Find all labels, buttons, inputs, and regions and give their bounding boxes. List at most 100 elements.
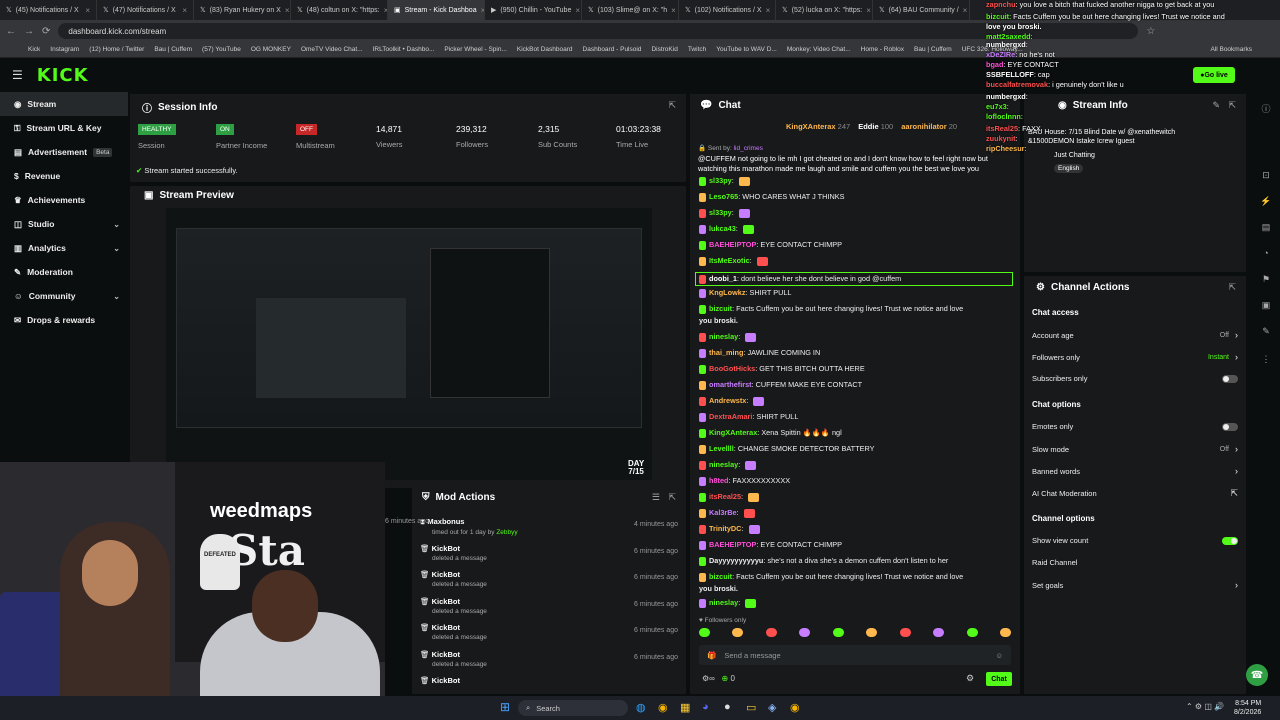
steam-icon[interactable]: ◈: [768, 701, 776, 714]
mod-user[interactable]: KickBot: [432, 544, 460, 553]
browser-tab[interactable]: 𝕏 (48) coltun on X: "https: ×: [291, 0, 388, 20]
close-icon[interactable]: ×: [85, 6, 90, 15]
emote-icon[interactable]: [832, 628, 844, 637]
filter-icon[interactable]: ☰: [652, 492, 660, 503]
channel-option-followers-only[interactable]: Followers only Instant ›: [1032, 352, 1238, 362]
mod-user[interactable]: KickBot: [432, 570, 460, 579]
rail-icon-8[interactable]: ⋮: [1260, 354, 1272, 366]
chat-username[interactable]: lukca43: [709, 224, 736, 233]
channel-option-ai-chat-moderation[interactable]: AI Chat Moderation ⇱: [1032, 488, 1238, 499]
emote-icon[interactable]: [899, 628, 911, 637]
close-icon[interactable]: ×: [766, 6, 771, 15]
rail-icon-4[interactable]: ◔: [1260, 248, 1272, 260]
chat-username[interactable]: thai_ming: [709, 348, 743, 357]
popout-icon[interactable]: ⇱: [1228, 282, 1236, 293]
rail-icon-3[interactable]: ▤: [1260, 222, 1272, 234]
chat-username[interactable]: KingXAnterax: [709, 428, 757, 437]
close-icon[interactable]: ×: [866, 6, 871, 15]
bookmark-item[interactable]: IRLToolkit • Dashbo...: [373, 46, 435, 53]
sidebar-item-moderation[interactable]: ✎ Moderation: [0, 260, 128, 284]
edge-icon[interactable]: ◍: [636, 701, 646, 714]
chat-username[interactable]: nineslay: [709, 460, 738, 469]
bookmark-item[interactable]: Bau | Cuffem: [154, 46, 192, 53]
emote-icon[interactable]: [933, 628, 945, 637]
rail-icon-1[interactable]: ⊡: [1260, 170, 1272, 182]
channel-option-subscribers-only[interactable]: Subscribers only: [1032, 374, 1238, 383]
folder-icon[interactable]: ▭: [746, 701, 756, 714]
chevron-down-icon[interactable]: ⌄: [113, 244, 120, 253]
emote-icon[interactable]: [866, 628, 878, 637]
chat-username[interactable]: you broski.: [699, 316, 738, 325]
chat-username[interactable]: Kal3rBe: [709, 508, 737, 517]
windows-start-icon[interactable]: ⊞: [500, 700, 510, 714]
bookmark-item[interactable]: Instagram: [50, 46, 79, 53]
channel-option-show-view-count[interactable]: Show view count: [1032, 536, 1238, 545]
browser-tab[interactable]: 𝕏 (52) lucka on X: "https: ×: [776, 0, 873, 20]
chat-username[interactable]: TrinityDC: [709, 524, 741, 533]
chat-username[interactable]: sl33py: [709, 208, 732, 217]
toggle-switch[interactable]: [1222, 374, 1238, 383]
back-icon[interactable]: ←: [6, 26, 16, 37]
address-bar[interactable]: dashboard.kick.com/stream: [58, 23, 1139, 39]
mod-user[interactable]: KickBot: [432, 676, 460, 685]
chat-username[interactable]: nineslay: [709, 598, 738, 607]
top-gifter[interactable]: KingXAnterax 247: [786, 122, 850, 131]
chat-username[interactable]: Andrewstx: [709, 396, 746, 405]
emote-icon[interactable]: [799, 628, 811, 637]
browser-tab[interactable]: 𝕏 (103) Slime@ on X: "h ×: [582, 0, 679, 20]
toggle-switch[interactable]: [1222, 422, 1238, 431]
browser-tab[interactable]: 𝕏 (47) Notifications / X ×: [97, 0, 194, 20]
bookmark-item[interactable]: Picker Wheel - Spin...: [444, 46, 507, 53]
sidebar-item-stream[interactable]: ◉ Stream: [0, 92, 128, 116]
bookmark-item[interactable]: OG MONKEY: [251, 46, 291, 53]
bookmark-item[interactable]: Kick: [28, 46, 40, 53]
chat-username[interactable]: nineslay: [709, 332, 738, 341]
close-icon[interactable]: ×: [182, 6, 187, 15]
chat-username[interactable]: ItsMeExotic: [709, 256, 750, 265]
chat-username[interactable]: doobi_1: [709, 274, 737, 283]
mod-by-user[interactable]: Zebbyy: [495, 529, 517, 536]
chat-username[interactable]: h8ted: [709, 476, 728, 485]
browser-tab[interactable]: ▶ (950) Chillin - YouTube ×: [485, 0, 582, 20]
mod-user[interactable]: KickBot: [432, 597, 460, 606]
bookmark-item[interactable]: Twitch: [688, 46, 706, 53]
close-icon[interactable]: ×: [963, 6, 968, 15]
rail-icon-7[interactable]: ✎: [1260, 326, 1272, 338]
chat-username[interactable]: sl33py: [709, 176, 732, 185]
reload-icon[interactable]: ⟳: [42, 26, 50, 37]
chat-settings-icon[interactable]: ⚙: [966, 673, 974, 684]
channel-option-slow-mode[interactable]: Slow mode Off ›: [1032, 444, 1238, 454]
forward-icon[interactable]: →: [24, 26, 34, 37]
bookmark-item[interactable]: (57) YouTube: [202, 46, 241, 53]
channel-option-set-goals[interactable]: Set goals ›: [1032, 580, 1238, 590]
bookmark-item[interactable]: Bau | Cuffem: [914, 46, 952, 53]
emote-icon[interactable]: [732, 628, 744, 637]
emote-icon[interactable]: [765, 628, 777, 637]
discord-icon[interactable]: ◕: [702, 701, 709, 713]
close-icon[interactable]: ×: [575, 6, 580, 15]
clock[interactable]: 8:54 PM 8/2/2026: [1234, 699, 1261, 717]
bookmark-item[interactable]: Home - Roblox: [861, 46, 904, 53]
channel-option-account-age[interactable]: Account age Off ›: [1032, 330, 1238, 340]
chat-username[interactable]: BAEHEIPTOP: [709, 240, 756, 249]
channel-option-emotes-only[interactable]: Emotes only: [1032, 422, 1238, 431]
bookmark-item[interactable]: Dashboard - Pulsoid: [583, 46, 642, 53]
rail-icon-6[interactable]: ▣: [1260, 300, 1272, 312]
chat-username[interactable]: Levellll: [709, 444, 734, 453]
chat-username[interactable]: Leso765: [709, 192, 738, 201]
sidebar-item-advertisement[interactable]: ▤ Advertisement Beta: [0, 140, 128, 164]
bookmark-item[interactable]: Monkey: Video Chat...: [787, 46, 851, 53]
mod-user[interactable]: KickBot: [432, 650, 460, 659]
chat-username[interactable]: itsReal25: [709, 492, 741, 501]
sidebar-item-achievements[interactable]: ♛ Achievements: [0, 188, 128, 212]
browser-tab[interactable]: 𝕏 (64) BAU Community / ×: [873, 0, 970, 20]
emote-icon[interactable]: [999, 628, 1011, 637]
browser-tab[interactable]: 𝕏 (45) Notifications / X ×: [0, 0, 97, 20]
sidebar-item-drops-rewards[interactable]: ✉ Drops & rewards: [0, 308, 128, 332]
rail-icon-0[interactable]: ⓘ: [1260, 102, 1272, 114]
chat-username[interactable]: bizcuit: [709, 304, 732, 313]
bookmark-item[interactable]: OmeTV Video Chat...: [301, 46, 363, 53]
browser-tab[interactable]: ▣ Stream - Kick Dashboa ×: [388, 0, 485, 20]
chevron-down-icon[interactable]: ⌄: [113, 220, 120, 229]
tray-icons[interactable]: ⌃ ⚙ ◫ 🔊: [1186, 702, 1224, 711]
